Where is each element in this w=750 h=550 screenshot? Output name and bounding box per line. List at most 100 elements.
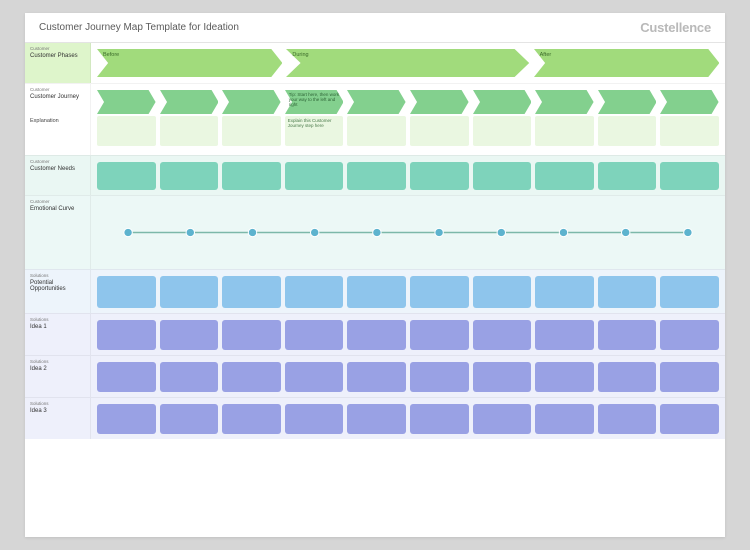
idea-card[interactable]: [598, 362, 657, 392]
journey-explanation-card[interactable]: [535, 116, 594, 146]
emotional-point[interactable]: [435, 228, 443, 236]
idea-card[interactable]: [222, 362, 281, 392]
needs-card[interactable]: [598, 162, 657, 190]
opportunity-card[interactable]: [347, 276, 406, 308]
phase-arrow[interactable]: During: [286, 49, 529, 77]
idea-card[interactable]: [535, 404, 594, 434]
needs-card[interactable]: [347, 162, 406, 190]
emotional-content[interactable]: [91, 196, 725, 269]
emotional-point[interactable]: [621, 228, 629, 236]
journey-explanation-card[interactable]: [410, 116, 469, 146]
opportunity-card[interactable]: [222, 276, 281, 308]
journey-chevron[interactable]: [410, 90, 469, 114]
opportunity-card[interactable]: [97, 276, 156, 308]
emotional-point[interactable]: [559, 228, 567, 236]
opportunity-card[interactable]: [410, 276, 469, 308]
journey-explanation-card[interactable]: [222, 116, 281, 146]
idea-card[interactable]: [160, 362, 219, 392]
needs-card[interactable]: [160, 162, 219, 190]
idea-content[interactable]: [91, 398, 725, 439]
journey-explanation-card[interactable]: [473, 116, 532, 146]
journey-explanation-card[interactable]: [347, 116, 406, 146]
needs-card[interactable]: [97, 162, 156, 190]
journey-step[interactable]: [473, 90, 532, 146]
idea-card[interactable]: [410, 362, 469, 392]
idea-card[interactable]: [473, 320, 532, 350]
opportunity-card[interactable]: [598, 276, 657, 308]
journey-content[interactable]: Tip: Start here, then work your way to t…: [91, 84, 725, 155]
journey-step[interactable]: [535, 90, 594, 146]
idea-content[interactable]: [91, 356, 725, 397]
idea-card[interactable]: [285, 362, 344, 392]
idea-card[interactable]: [660, 404, 719, 434]
journey-explanation-card[interactable]: [660, 116, 719, 146]
idea-card[interactable]: [97, 320, 156, 350]
journey-step[interactable]: [598, 90, 657, 146]
journey-chevron[interactable]: [660, 90, 719, 114]
opportunity-card[interactable]: [285, 276, 344, 308]
needs-card[interactable]: [660, 162, 719, 190]
opportunities-content[interactable]: [91, 270, 725, 313]
emotional-curve-chart[interactable]: [97, 196, 719, 269]
phase-arrow[interactable]: After: [534, 49, 719, 77]
journey-explanation-card[interactable]: [160, 116, 219, 146]
journey-step[interactable]: [347, 90, 406, 146]
idea-card[interactable]: [160, 320, 219, 350]
journey-step[interactable]: [660, 90, 719, 146]
emotional-point[interactable]: [248, 228, 256, 236]
journey-step[interactable]: Tip: Start here, then work your way to t…: [285, 90, 344, 146]
emotional-point[interactable]: [497, 228, 505, 236]
idea-card[interactable]: [347, 404, 406, 434]
journey-chevron[interactable]: [347, 90, 406, 114]
idea-card[interactable]: [347, 320, 406, 350]
needs-card[interactable]: [222, 162, 281, 190]
emotional-point[interactable]: [684, 228, 692, 236]
journey-step[interactable]: [222, 90, 281, 146]
idea-card[interactable]: [97, 404, 156, 434]
emotional-point[interactable]: [373, 228, 381, 236]
journey-chevron[interactable]: [535, 90, 594, 114]
phases-content[interactable]: Before During After: [91, 43, 725, 83]
emotional-point[interactable]: [186, 228, 194, 236]
journey-explanation-card[interactable]: Explain this Customer Journey step here: [285, 116, 344, 146]
journey-explanation-card[interactable]: [97, 116, 156, 146]
opportunity-card[interactable]: [535, 276, 594, 308]
idea-card[interactable]: [285, 320, 344, 350]
idea-card[interactable]: [160, 404, 219, 434]
idea-card[interactable]: [473, 404, 532, 434]
journey-explanation-card[interactable]: [598, 116, 657, 146]
journey-chevron[interactable]: Tip: Start here, then work your way to t…: [285, 90, 344, 114]
idea-card[interactable]: [285, 404, 344, 434]
opportunity-card[interactable]: [660, 276, 719, 308]
journey-step[interactable]: [97, 90, 156, 146]
journey-chevron[interactable]: [222, 90, 281, 114]
phase-arrow[interactable]: Before: [97, 49, 282, 77]
opportunity-card[interactable]: [473, 276, 532, 308]
idea-card[interactable]: [410, 404, 469, 434]
journey-step[interactable]: [160, 90, 219, 146]
needs-content[interactable]: [91, 156, 725, 195]
idea-card[interactable]: [222, 404, 281, 434]
idea-card[interactable]: [535, 320, 594, 350]
idea-card[interactable]: [660, 362, 719, 392]
journey-chevron[interactable]: [160, 90, 219, 114]
idea-content[interactable]: [91, 314, 725, 355]
opportunity-card[interactable]: [160, 276, 219, 308]
emotional-point[interactable]: [310, 228, 318, 236]
journey-chevron[interactable]: [473, 90, 532, 114]
needs-card[interactable]: [473, 162, 532, 190]
idea-card[interactable]: [660, 320, 719, 350]
idea-card[interactable]: [410, 320, 469, 350]
journey-step[interactable]: [410, 90, 469, 146]
idea-card[interactable]: [598, 320, 657, 350]
needs-card[interactable]: [285, 162, 344, 190]
idea-card[interactable]: [535, 362, 594, 392]
idea-card[interactable]: [347, 362, 406, 392]
idea-card[interactable]: [598, 404, 657, 434]
needs-card[interactable]: [535, 162, 594, 190]
emotional-point[interactable]: [124, 228, 132, 236]
idea-card[interactable]: [97, 362, 156, 392]
idea-card[interactable]: [473, 362, 532, 392]
journey-chevron[interactable]: [97, 90, 156, 114]
journey-chevron[interactable]: [598, 90, 657, 114]
